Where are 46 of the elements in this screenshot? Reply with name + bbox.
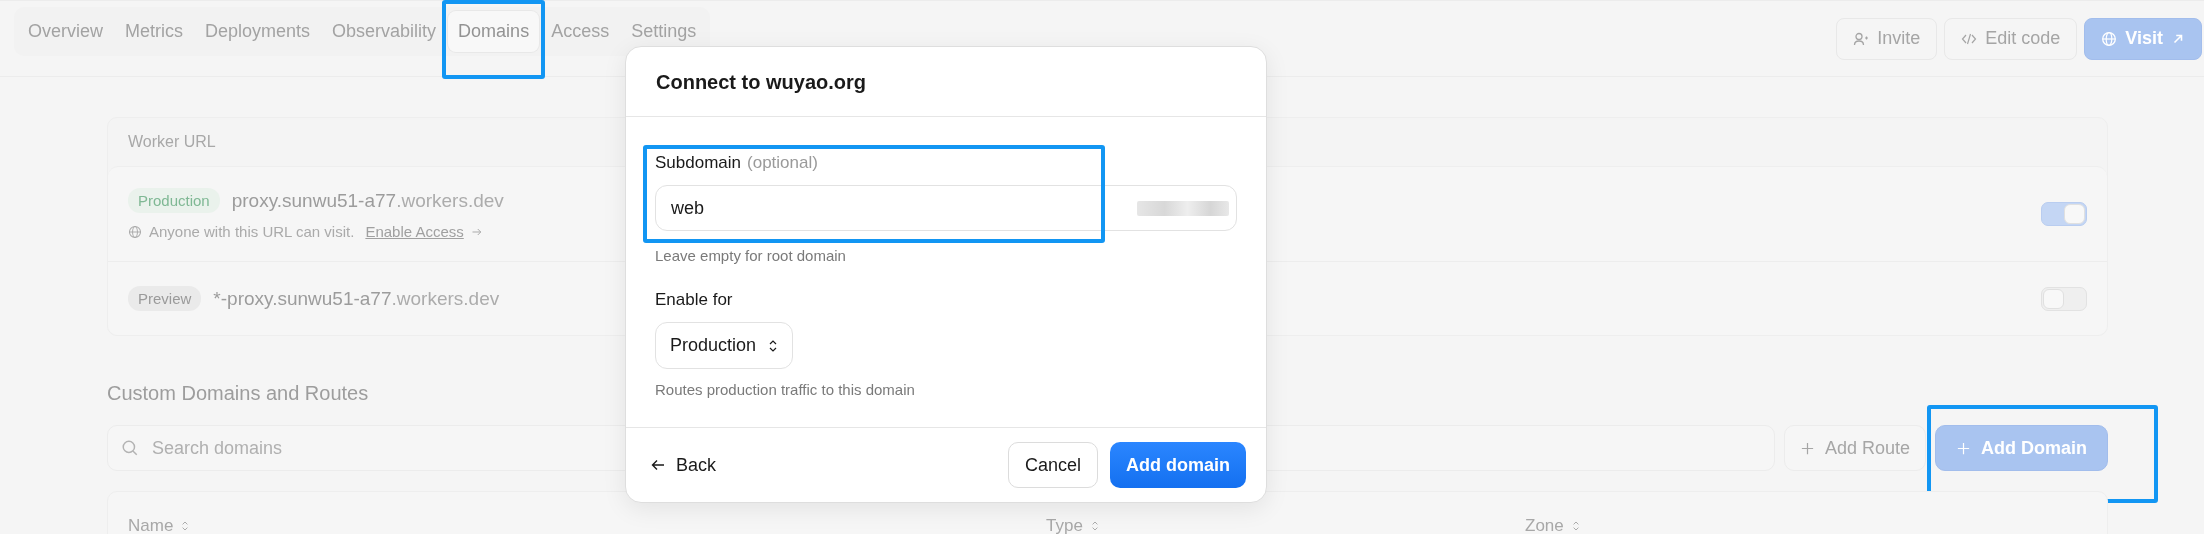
nav-tab[interactable]: Settings: [621, 11, 707, 52]
nav-tab[interactable]: Access: [541, 11, 620, 52]
section-title: Custom Domains and Routes: [107, 382, 369, 405]
environment-badge: Production: [128, 188, 220, 213]
environment-badge: Preview: [128, 286, 202, 311]
field-label: Enable for: [655, 290, 733, 310]
sort-icon[interactable]: [181, 519, 190, 533]
plus-icon: [1799, 440, 1815, 456]
toggle-switch[interactable]: [2041, 202, 2087, 226]
globe-icon: [128, 224, 142, 239]
add-domain-button[interactable]: Add Domain: [1935, 425, 2108, 471]
toggle-switch[interactable]: [2041, 286, 2087, 311]
plus-icon: [1956, 440, 1971, 456]
help-text: Routes production traffic to this domain: [655, 381, 915, 398]
add-domain-button[interactable]: Add domain: [1110, 442, 1246, 488]
add-route-button[interactable]: Add Route: [1783, 425, 1926, 471]
sort-icon[interactable]: [1571, 519, 1580, 533]
subdomain-field[interactable]: web: [655, 185, 1237, 231]
worker-hostname: proxy.sunwu51-a77.workers.dev: [231, 189, 504, 212]
user-plus-icon: [1853, 30, 1870, 47]
nav-tab[interactable]: Metrics: [115, 11, 193, 52]
search-icon: [121, 439, 139, 457]
enable-access-link[interactable]: Enable Access: [365, 223, 464, 240]
environment-select[interactable]: Production: [655, 322, 794, 369]
edit-code-button[interactable]: Edit code: [1944, 17, 2078, 60]
card-title: Worker URL: [128, 133, 216, 150]
dialog-title: Connect to wuyao.org: [656, 71, 866, 93]
cancel-button[interactable]: Cancel: [1007, 442, 1098, 488]
access-note: Anyone with this URL can visit.: [149, 223, 355, 240]
field-label: Subdomain: [655, 153, 741, 173]
arrow-left-icon: [650, 457, 666, 473]
help-text: Leave empty for root domain: [655, 247, 846, 264]
sort-icon[interactable]: [1090, 519, 1099, 533]
column-header[interactable]: Type: [1046, 516, 1083, 534]
visit-button[interactable]: Visit: [2084, 17, 2202, 60]
optional-hint: (optional): [747, 153, 818, 173]
nav-tab[interactable]: Domains: [448, 11, 540, 52]
nav-tab[interactable]: Overview: [18, 11, 113, 52]
globe-icon: [2101, 30, 2118, 47]
column-header[interactable]: Name: [128, 516, 174, 534]
nav-tab[interactable]: Deployments: [195, 11, 321, 52]
invite-button[interactable]: Invite: [1836, 17, 1938, 60]
column-header[interactable]: Zone: [1525, 516, 1564, 534]
back-button[interactable]: Back: [650, 454, 717, 476]
worker-hostname: *-proxy.sunwu51-a77.workers.dev: [213, 287, 500, 310]
nav-tab[interactable]: Observability: [322, 11, 447, 52]
